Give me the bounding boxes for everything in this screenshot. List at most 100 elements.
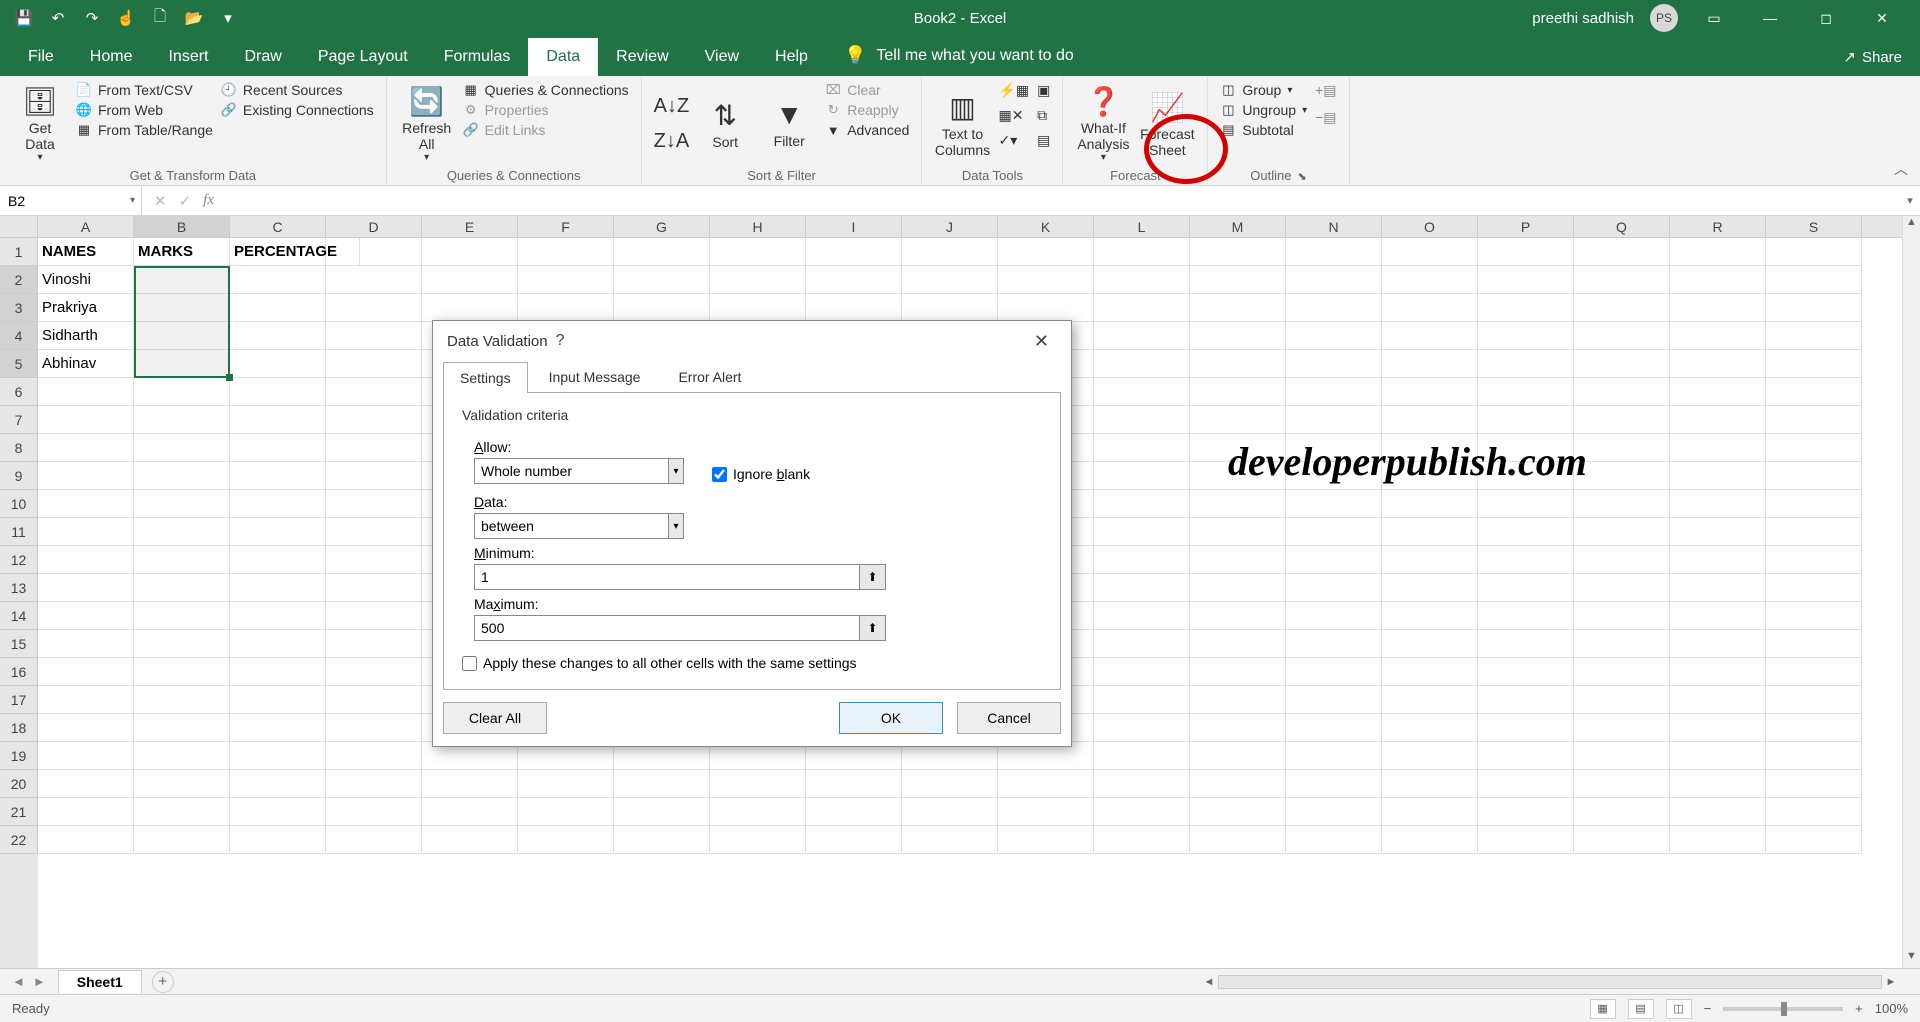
- add-sheet-button[interactable]: +: [152, 971, 174, 993]
- col-header[interactable]: C: [230, 216, 326, 237]
- formula-input[interactable]: [226, 186, 1900, 215]
- user-name[interactable]: preethi sadhish: [1532, 10, 1634, 27]
- share-button[interactable]: ↗ Share: [1843, 48, 1902, 66]
- row-header[interactable]: 5: [0, 350, 38, 378]
- row-header[interactable]: 9: [0, 462, 38, 490]
- col-header[interactable]: K: [998, 216, 1094, 237]
- queries-connections-button[interactable]: ▦Queries & Connections: [463, 82, 629, 98]
- scroll-up-icon[interactable]: ▲: [1903, 216, 1920, 234]
- col-header[interactable]: B: [134, 216, 230, 237]
- cancel-formula-icon[interactable]: ✕: [154, 192, 167, 210]
- scroll-left-icon[interactable]: ◄: [1200, 976, 1218, 988]
- col-header[interactable]: F: [518, 216, 614, 237]
- data-combo[interactable]: ▾: [474, 513, 684, 539]
- col-header[interactable]: G: [614, 216, 710, 237]
- row-header[interactable]: 12: [0, 546, 38, 574]
- zoom-slider[interactable]: [1723, 1007, 1843, 1011]
- col-header[interactable]: S: [1766, 216, 1862, 237]
- cell[interactable]: NAMES: [38, 238, 134, 266]
- col-header[interactable]: N: [1286, 216, 1382, 237]
- cell[interactable]: Prakriya: [38, 294, 134, 322]
- name-box[interactable]: B2 ▾: [0, 186, 142, 215]
- row-header[interactable]: 8: [0, 434, 38, 462]
- tab-settings[interactable]: Settings: [443, 362, 528, 393]
- col-header[interactable]: P: [1478, 216, 1574, 237]
- enter-formula-icon[interactable]: ✓: [179, 192, 192, 210]
- horizontal-scrollbar[interactable]: ◄ ►: [1200, 973, 1900, 991]
- tab-input-message[interactable]: Input Message: [532, 361, 658, 392]
- allow-input[interactable]: [474, 458, 669, 484]
- text-to-columns-button[interactable]: ▥Text to Columns: [934, 82, 990, 166]
- zoom-in-icon[interactable]: +: [1855, 1001, 1863, 1016]
- dialog-titlebar[interactable]: Data Validation ? ✕: [433, 321, 1071, 361]
- scroll-right-icon[interactable]: ►: [1882, 976, 1900, 988]
- expand-formula-icon[interactable]: ▾: [1900, 186, 1920, 215]
- sort-button[interactable]: ⇅Sort: [697, 82, 753, 166]
- recent-sources-button[interactable]: 🕘Recent Sources: [221, 82, 374, 98]
- tab-file[interactable]: File: [10, 38, 72, 76]
- subtotal-button[interactable]: ▤Subtotal: [1220, 122, 1307, 138]
- scroll-down-icon[interactable]: ▼: [1903, 950, 1920, 968]
- cell[interactable]: MARKS: [134, 238, 230, 266]
- collapse-ribbon-icon[interactable]: ︿: [1894, 159, 1908, 179]
- cell[interactable]: Sidharth: [38, 322, 134, 350]
- scroll-track[interactable]: [1218, 975, 1882, 989]
- row-header[interactable]: 17: [0, 686, 38, 714]
- from-web-button[interactable]: 🌐From Web: [76, 102, 213, 118]
- redo-icon[interactable]: ↷: [82, 8, 102, 28]
- zoom-thumb[interactable]: [1781, 1002, 1787, 1016]
- tab-data[interactable]: Data: [528, 38, 598, 76]
- fx-icon[interactable]: fx: [203, 192, 214, 209]
- col-header[interactable]: R: [1670, 216, 1766, 237]
- row-header[interactable]: 21: [0, 798, 38, 826]
- row-header[interactable]: 1: [0, 238, 38, 266]
- help-icon[interactable]: ?: [548, 332, 573, 350]
- chevron-down-icon[interactable]: ▾: [130, 195, 135, 206]
- col-header[interactable]: I: [806, 216, 902, 237]
- data-model-icon[interactable]: ▤: [1037, 132, 1050, 149]
- vertical-scrollbar[interactable]: ▲ ▼: [1902, 216, 1920, 968]
- col-header[interactable]: D: [326, 216, 422, 237]
- from-text-csv-button[interactable]: 📄From Text/CSV: [76, 82, 213, 98]
- sheet-tab[interactable]: Sheet1: [58, 970, 142, 993]
- ok-button[interactable]: OK: [839, 702, 943, 734]
- existing-connections-button[interactable]: 🔗Existing Connections: [221, 102, 374, 118]
- tab-review[interactable]: Review: [598, 38, 686, 76]
- tab-draw[interactable]: Draw: [226, 38, 299, 76]
- hide-detail-icon[interactable]: −▤: [1315, 109, 1336, 126]
- row-header[interactable]: 16: [0, 658, 38, 686]
- sort-za-icon[interactable]: Z↓A: [654, 130, 690, 153]
- filter-button[interactable]: ▼Filter: [761, 82, 817, 166]
- apply-all-checkbox[interactable]: [462, 656, 477, 671]
- consolidate-icon[interactable]: ▣: [1037, 82, 1050, 99]
- from-table-range-button[interactable]: ▦From Table/Range: [76, 122, 213, 138]
- ignore-blank-checkbox[interactable]: [712, 467, 727, 482]
- page-layout-view-icon[interactable]: ▤: [1628, 999, 1654, 1019]
- tab-formulas[interactable]: Formulas: [426, 38, 529, 76]
- launcher-icon[interactable]: ⬊: [1291, 171, 1306, 183]
- row-header[interactable]: 4: [0, 322, 38, 350]
- page-break-view-icon[interactable]: ◫: [1666, 999, 1692, 1019]
- group-button[interactable]: ◫Group ▾: [1220, 82, 1307, 98]
- minimize-icon[interactable]: —: [1750, 0, 1790, 36]
- row-header[interactable]: 10: [0, 490, 38, 518]
- tell-me-search[interactable]: 💡 Tell me what you want to do: [826, 45, 1092, 76]
- row-header[interactable]: 2: [0, 266, 38, 294]
- undo-icon[interactable]: ↶: [48, 8, 68, 28]
- row-header[interactable]: 11: [0, 518, 38, 546]
- cell[interactable]: PERCENTAGE: [230, 238, 360, 266]
- row-header[interactable]: 18: [0, 714, 38, 742]
- tab-view[interactable]: View: [687, 38, 757, 76]
- what-if-button[interactable]: ❓What-If Analysis▾: [1075, 82, 1131, 166]
- max-input[interactable]: [474, 615, 860, 641]
- sheet-prev-icon[interactable]: ◄: [12, 974, 25, 989]
- col-header[interactable]: E: [422, 216, 518, 237]
- row-header[interactable]: 19: [0, 742, 38, 770]
- col-header[interactable]: O: [1382, 216, 1478, 237]
- tab-error-alert[interactable]: Error Alert: [661, 361, 758, 392]
- zoom-out-icon[interactable]: −: [1704, 1001, 1712, 1016]
- avatar[interactable]: PS: [1650, 4, 1678, 32]
- sheet-next-icon[interactable]: ►: [33, 974, 46, 989]
- col-header[interactable]: M: [1190, 216, 1286, 237]
- touch-mode-icon[interactable]: ☝: [116, 8, 136, 28]
